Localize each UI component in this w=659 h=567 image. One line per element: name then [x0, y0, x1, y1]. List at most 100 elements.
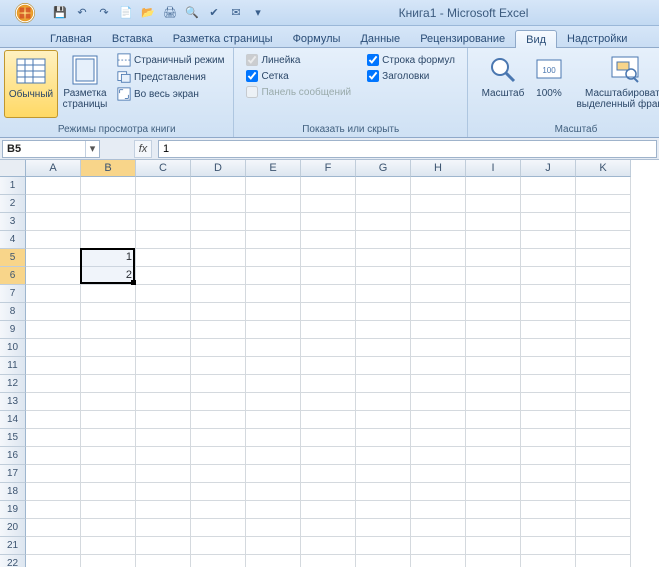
- redo-icon[interactable]: ↷: [94, 3, 114, 23]
- cell[interactable]: [466, 303, 521, 321]
- cell[interactable]: [356, 195, 411, 213]
- row-header[interactable]: 16: [0, 447, 26, 465]
- cell[interactable]: [136, 195, 191, 213]
- cell[interactable]: [466, 177, 521, 195]
- select-all-button[interactable]: [0, 160, 26, 177]
- cell[interactable]: [356, 465, 411, 483]
- column-header[interactable]: E: [246, 160, 301, 177]
- cell[interactable]: [81, 519, 136, 537]
- cell[interactable]: [301, 231, 356, 249]
- cell[interactable]: [576, 357, 631, 375]
- new-icon[interactable]: 📄: [116, 3, 136, 23]
- spellcheck-icon[interactable]: ✔: [204, 3, 224, 23]
- cell[interactable]: [411, 555, 466, 567]
- cell[interactable]: [26, 519, 81, 537]
- cell[interactable]: [301, 267, 356, 285]
- cell[interactable]: [411, 393, 466, 411]
- cell[interactable]: [576, 195, 631, 213]
- cell[interactable]: [136, 483, 191, 501]
- cell[interactable]: [136, 501, 191, 519]
- headings-checkbox[interactable]: Заголовки: [365, 69, 457, 83]
- cell[interactable]: [191, 375, 246, 393]
- cell[interactable]: [81, 213, 136, 231]
- cell[interactable]: [26, 429, 81, 447]
- cell[interactable]: [26, 339, 81, 357]
- cell[interactable]: [26, 213, 81, 231]
- cell[interactable]: [301, 519, 356, 537]
- cell[interactable]: [26, 501, 81, 519]
- zoom-button[interactable]: Масштаб: [478, 50, 528, 118]
- cell[interactable]: [26, 411, 81, 429]
- cell[interactable]: [26, 555, 81, 567]
- cell[interactable]: [301, 411, 356, 429]
- cell[interactable]: [81, 447, 136, 465]
- cell[interactable]: [81, 411, 136, 429]
- cell[interactable]: [356, 429, 411, 447]
- cell[interactable]: [246, 285, 301, 303]
- cell[interactable]: [411, 321, 466, 339]
- cell[interactable]: [356, 393, 411, 411]
- cell[interactable]: [246, 213, 301, 231]
- gridlines-checkbox[interactable]: Сетка: [244, 69, 353, 83]
- cell[interactable]: [191, 195, 246, 213]
- cell[interactable]: [246, 303, 301, 321]
- cell[interactable]: [356, 267, 411, 285]
- cell[interactable]: [576, 177, 631, 195]
- cell[interactable]: [411, 285, 466, 303]
- cell[interactable]: [246, 411, 301, 429]
- cell[interactable]: [521, 303, 576, 321]
- formula-bar[interactable]: 1: [158, 140, 657, 158]
- tab-надстройки[interactable]: Надстройки: [557, 30, 637, 47]
- cell[interactable]: [191, 429, 246, 447]
- cell[interactable]: [521, 483, 576, 501]
- cell[interactable]: [26, 537, 81, 555]
- cell[interactable]: [576, 249, 631, 267]
- cell[interactable]: [466, 393, 521, 411]
- row-header[interactable]: 12: [0, 375, 26, 393]
- cell[interactable]: [301, 429, 356, 447]
- cell[interactable]: [191, 501, 246, 519]
- cell[interactable]: [576, 519, 631, 537]
- cell[interactable]: [356, 537, 411, 555]
- cell[interactable]: [246, 267, 301, 285]
- cell[interactable]: [521, 231, 576, 249]
- cell[interactable]: [26, 375, 81, 393]
- cell[interactable]: [191, 411, 246, 429]
- row-header[interactable]: 14: [0, 411, 26, 429]
- message-panel-checkbox[interactable]: Панель сообщений: [244, 85, 353, 99]
- cell[interactable]: [576, 375, 631, 393]
- cell[interactable]: [246, 537, 301, 555]
- qat-more-icon[interactable]: ▾: [248, 3, 268, 23]
- cell[interactable]: [136, 357, 191, 375]
- cell[interactable]: [26, 249, 81, 267]
- row-header[interactable]: 3: [0, 213, 26, 231]
- cell[interactable]: [301, 285, 356, 303]
- row-header[interactable]: 1: [0, 177, 26, 195]
- row-header[interactable]: 2: [0, 195, 26, 213]
- cell[interactable]: [191, 393, 246, 411]
- cell[interactable]: [466, 249, 521, 267]
- cell[interactable]: [466, 537, 521, 555]
- cell[interactable]: [356, 501, 411, 519]
- cell[interactable]: [191, 483, 246, 501]
- fill-handle[interactable]: [131, 280, 136, 285]
- cell[interactable]: [411, 483, 466, 501]
- page-layout-button[interactable]: Разметка страницы: [58, 50, 112, 118]
- preview-icon[interactable]: 🔍: [182, 3, 202, 23]
- cell[interactable]: [576, 267, 631, 285]
- cell[interactable]: [411, 429, 466, 447]
- column-header[interactable]: B: [81, 160, 136, 177]
- office-button[interactable]: [4, 1, 46, 25]
- tab-формулы[interactable]: Формулы: [283, 30, 351, 47]
- cell[interactable]: [191, 213, 246, 231]
- column-header[interactable]: F: [301, 160, 356, 177]
- tab-вид[interactable]: Вид: [515, 30, 557, 48]
- row-header[interactable]: 13: [0, 393, 26, 411]
- cell[interactable]: [576, 285, 631, 303]
- cell[interactable]: [26, 303, 81, 321]
- cell[interactable]: [466, 231, 521, 249]
- column-header[interactable]: I: [466, 160, 521, 177]
- row-header[interactable]: 9: [0, 321, 26, 339]
- cell[interactable]: [301, 483, 356, 501]
- cell[interactable]: [246, 195, 301, 213]
